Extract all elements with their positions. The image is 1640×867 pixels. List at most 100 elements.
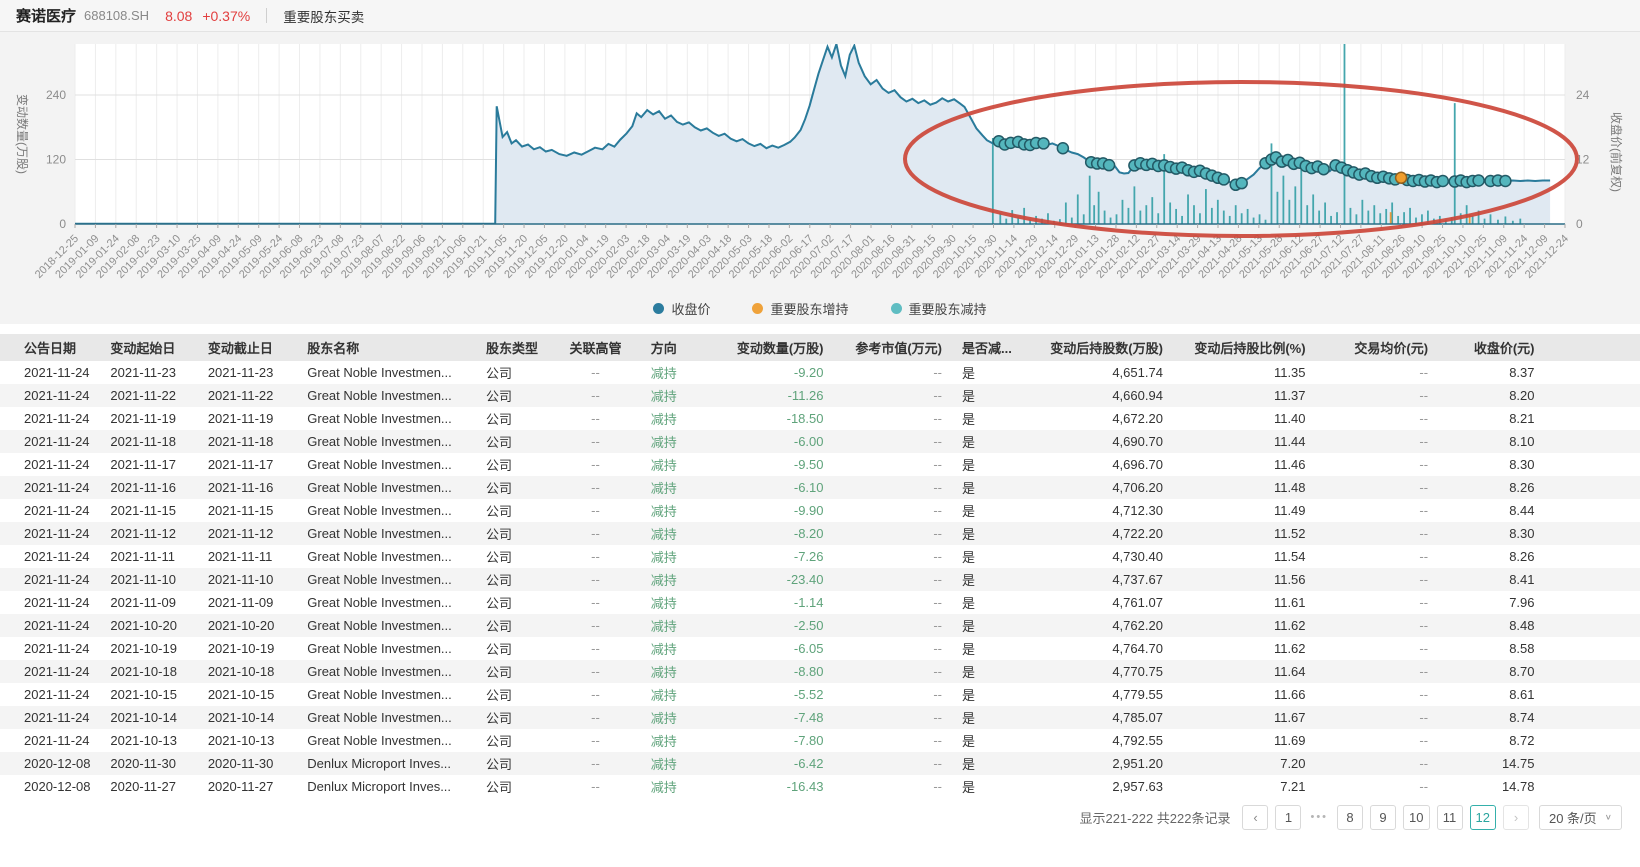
- table-cell: 2020-11-27: [100, 775, 197, 798]
- page-button-11[interactable]: 11: [1437, 805, 1463, 830]
- table-cell: --: [550, 522, 640, 545]
- table-cell: 减持: [641, 660, 711, 683]
- page-button-10[interactable]: 10: [1403, 805, 1429, 830]
- table-cell: 11.64: [1173, 660, 1316, 683]
- table-cell: 8.41: [1438, 568, 1544, 591]
- page-button-8[interactable]: 8: [1337, 805, 1363, 830]
- table-cell: 4,651.74: [1022, 361, 1173, 384]
- table-cell: 7.20: [1173, 752, 1316, 775]
- table-cell: 8.74: [1438, 706, 1544, 729]
- svg-text:0: 0: [59, 217, 66, 231]
- table-cell: --: [1316, 499, 1439, 522]
- page-button-9[interactable]: 9: [1370, 805, 1396, 830]
- table-cell: --: [550, 476, 640, 499]
- table-cell: 2021-11-24: [0, 545, 100, 568]
- table-cell: --: [1316, 729, 1439, 752]
- chevron-down-icon: ∨: [1605, 813, 1612, 822]
- legend-item-close-price[interactable]: 收盘价: [653, 299, 710, 318]
- table-cell: 2021-11-16: [198, 476, 297, 499]
- table-cell: 减持: [641, 545, 711, 568]
- table-cell: 是: [952, 568, 1022, 591]
- pagination-bar: 显示221-222 共222条记录 ‹1•••89101112› 20 条/页 …: [0, 798, 1640, 836]
- table-cell: 4,660.94: [1022, 384, 1173, 407]
- table-cell: 2021-11-24: [0, 568, 100, 591]
- table-cell: --: [834, 683, 953, 706]
- app-root: 赛诺医疗 688108.SH 8.08 +0.37% 重要股东买卖 2018-1…: [0, 0, 1640, 836]
- table-cell: -7.80: [711, 729, 834, 752]
- table-cell: 是: [952, 706, 1022, 729]
- table-cell: -6.42: [711, 752, 834, 775]
- prev-page-button[interactable]: ‹: [1242, 805, 1268, 830]
- table-cell: 2021-11-19: [198, 407, 297, 430]
- table-cell: 4,770.75: [1022, 660, 1173, 683]
- more-pages-button[interactable]: •••: [1308, 811, 1330, 823]
- row-spacer: [1545, 683, 1640, 706]
- table-cell: 2021-11-22: [100, 384, 197, 407]
- table-cell: -6.10: [711, 476, 834, 499]
- table-row: 2020-12-082020-11-302020-11-30Denlux Mic…: [0, 752, 1640, 775]
- table-cell: 2021-11-12: [198, 522, 297, 545]
- table-cell: -23.40: [711, 568, 834, 591]
- row-spacer: [1545, 430, 1640, 453]
- table-cell: --: [834, 522, 953, 545]
- page-button-12[interactable]: 12: [1470, 805, 1496, 830]
- row-spacer: [1545, 752, 1640, 775]
- table-cell: 2021-10-14: [198, 706, 297, 729]
- row-spacer: [1545, 568, 1640, 591]
- table-cell: --: [834, 384, 953, 407]
- table-cell: 4,690.70: [1022, 430, 1173, 453]
- table-cell: 8.61: [1438, 683, 1544, 706]
- table-cell: --: [834, 568, 953, 591]
- table-cell: 2021-11-22: [198, 384, 297, 407]
- table-cell: 11.62: [1173, 637, 1316, 660]
- column-header: 收盘价(元): [1438, 334, 1544, 361]
- row-spacer: [1545, 499, 1640, 522]
- legend-label: 重要股东减持: [909, 299, 987, 318]
- table-cell: 是: [952, 545, 1022, 568]
- tab-important-shareholder-trades[interactable]: 重要股东买卖: [283, 6, 364, 26]
- row-spacer: [1545, 453, 1640, 476]
- row-spacer: [1545, 614, 1640, 637]
- table-cell: 2021-10-18: [100, 660, 197, 683]
- table-cell: 4,712.30: [1022, 499, 1173, 522]
- table-cell: Great Noble Investmen...: [297, 591, 476, 614]
- table-row: 2021-11-242021-10-132021-10-13Great Nobl…: [0, 729, 1640, 752]
- table-cell: 4,792.55: [1022, 729, 1173, 752]
- legend-item-holder-decrease[interactable]: 重要股东减持: [891, 299, 987, 318]
- page-button-1[interactable]: 1: [1275, 805, 1301, 830]
- svg-text:24: 24: [1576, 88, 1590, 102]
- table-cell: 2021-11-24: [0, 614, 100, 637]
- table-cell: 2021-10-19: [198, 637, 297, 660]
- table-cell: --: [834, 545, 953, 568]
- legend-item-holder-increase[interactable]: 重要股东增持: [752, 299, 848, 318]
- table-cell: -11.26: [711, 384, 834, 407]
- table-cell: --: [550, 706, 640, 729]
- header-spacer: [1545, 334, 1640, 361]
- table-cell: 2021-11-11: [100, 545, 197, 568]
- table-cell: 2020-12-08: [0, 752, 100, 775]
- table-cell: 减持: [641, 384, 711, 407]
- table-cell: 减持: [641, 752, 711, 775]
- table-cell: -9.20: [711, 361, 834, 384]
- table-cell: 是: [952, 660, 1022, 683]
- table-cell: 是: [952, 729, 1022, 752]
- table-cell: --: [1316, 361, 1439, 384]
- next-page-button[interactable]: ›: [1503, 805, 1529, 830]
- table-cell: Great Noble Investmen...: [297, 660, 476, 683]
- table-cell: --: [1316, 706, 1439, 729]
- table-cell: 公司: [476, 775, 550, 798]
- table-cell: --: [550, 660, 640, 683]
- table-row: 2021-11-242021-11-182021-11-18Great Nobl…: [0, 430, 1640, 453]
- table-cell: 公司: [476, 384, 550, 407]
- table-cell: --: [550, 637, 640, 660]
- table-cell: --: [550, 430, 640, 453]
- page-size-select[interactable]: 20 条/页 ∨: [1539, 805, 1622, 830]
- table-cell: -5.52: [711, 683, 834, 706]
- table-cell: --: [1316, 775, 1439, 798]
- table-cell: 8.20: [1438, 384, 1544, 407]
- table-row: 2021-11-242021-11-102021-11-10Great Nobl…: [0, 568, 1640, 591]
- table-cell: --: [834, 476, 953, 499]
- table-cell: --: [1316, 545, 1439, 568]
- table-row: 2021-11-242021-10-202021-10-20Great Nobl…: [0, 614, 1640, 637]
- table-cell: --: [550, 683, 640, 706]
